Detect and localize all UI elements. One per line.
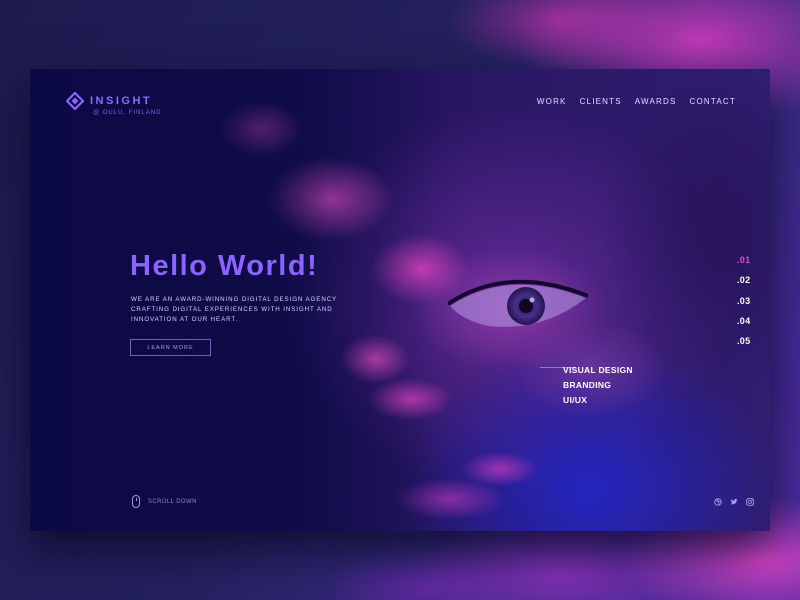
hero-title: Hello World! [130, 250, 319, 282]
twitter-icon[interactable] [730, 498, 738, 506]
brand-logo[interactable]: INSIGHT [66, 92, 152, 110]
scroll-down-label: SCROLL DOWN [148, 498, 197, 505]
slide-number-02[interactable]: .02 [737, 275, 750, 295]
nav-clients[interactable]: CLIENTS [580, 97, 622, 106]
nav-awards[interactable]: AWARDS [635, 97, 677, 106]
service-branding[interactable]: BRANDING [563, 380, 633, 395]
hero-description-line: WE ARE AN AWARD-WINNING DIGITAL DESIGN A… [131, 296, 338, 303]
learn-more-button[interactable]: LEARN MORE [130, 339, 211, 356]
hero-description-line: INNOVATION AT OUR HEART. [131, 315, 238, 323]
slide-indicator: .01 .02 .03 .04 .05 [737, 255, 750, 356]
slide-number-05[interactable]: .05 [737, 336, 750, 356]
scroll-down[interactable]: SCROLL DOWN [132, 495, 197, 508]
instagram-icon[interactable] [746, 498, 754, 506]
services-list: VISUAL DESIGN BRANDING UI/UX [563, 365, 633, 410]
brand-location: @ OULU, FINLAND [93, 110, 162, 116]
slide-number-04[interactable]: .04 [737, 316, 750, 336]
slide-number-01[interactable]: .01 [737, 255, 750, 275]
service-visual-design[interactable]: VISUAL DESIGN [563, 365, 633, 380]
social-links [714, 498, 754, 506]
eye-artwork [448, 279, 588, 327]
nav-work[interactable]: WORK [537, 97, 567, 106]
hero-description: WE ARE AN AWARD-WINNING DIGITAL DESIGN A… [131, 295, 361, 324]
slide-number-03[interactable]: .03 [737, 296, 750, 316]
main-nav: WORK CLIENTS AWARDS CONTACT [537, 97, 736, 106]
nav-contact[interactable]: CONTACT [690, 97, 736, 106]
diamond-logo-icon [66, 92, 84, 110]
brand-name: INSIGHT [90, 95, 153, 107]
mouse-scroll-icon [132, 495, 140, 508]
service-ui-ux[interactable]: UI/UX [563, 395, 633, 410]
hero-description-line: CRAFTING DIGITAL EXPERIENCES WITH INSIGH… [131, 305, 333, 313]
dribbble-icon[interactable] [714, 498, 722, 506]
